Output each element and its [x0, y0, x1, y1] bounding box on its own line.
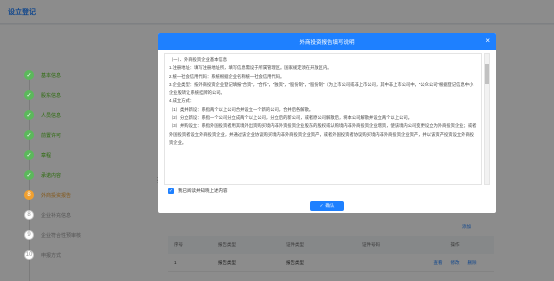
check-icon: ✓	[24, 150, 34, 160]
content-paragraph: 1.注册地址：填写注册地址所，填写信息需设于所属管理区。国家规定须在开放区内。	[169, 65, 332, 71]
confirm-button[interactable]: ✓ 确认	[310, 201, 344, 211]
check-icon: ✓	[24, 170, 34, 180]
dialog-header: 外商投资报告填写说明 ×	[158, 33, 496, 50]
check-icon: ✓	[24, 70, 34, 80]
check-icon: ✓	[24, 130, 34, 140]
dialog-scrollbar[interactable]	[484, 53, 490, 185]
dialog-title: 外商投资报告填写说明	[299, 39, 355, 46]
content-paragraph: 2.统一社会信用代码：系统根据企业名称统一社会信用代码。	[169, 73, 285, 79]
acknowledge-label: 我已阅读并知晓上述内容	[178, 188, 228, 193]
step-number: 8	[24, 190, 34, 200]
check-icon: ✓	[24, 110, 34, 120]
acknowledge-row: ✓ 我已阅读并知晓上述内容	[168, 188, 228, 194]
close-icon[interactable]: ×	[485, 36, 490, 46]
step-number: 10	[24, 250, 34, 260]
check-icon: ✓	[24, 90, 34, 100]
content-paragraph: 4.成立方式：	[169, 98, 195, 104]
instructions-dialog: 外商投资报告填写说明 × （一）、外商投资企业基本信息 1.注册地址：填写注册地…	[158, 33, 496, 213]
confirm-icon: ✓	[319, 203, 324, 208]
scrollbar-thumb[interactable]	[485, 64, 489, 84]
acknowledge-checkbox[interactable]: ✓	[168, 188, 174, 194]
content-paragraph: （2）分立新设：系指一个公司分立成两个以上公司，分立后的新公司，或者原公司解散后…	[169, 115, 413, 121]
confirm-label: 确认	[325, 203, 335, 208]
step-number: 9	[24, 230, 34, 240]
step-number: 8	[24, 210, 34, 220]
content-paragraph: （一）、外商投资企业基本信息	[169, 57, 228, 62]
content-paragraph: 3.企业类型：按外商投资企业登记填报“合资”，“合作”，“独资”，“股份制”，“…	[169, 81, 474, 96]
content-paragraph: （1）类并新设：系指两个以上公司合并设立一个新的公司，合并后各解散。	[169, 106, 314, 112]
content-paragraph: （3）并购设立：系指外国投资者用其境外出资购买境内非外资投资企业股东的股权或认购…	[169, 123, 477, 145]
dialog-content[interactable]: （一）、外商投资企业基本信息 1.注册地址：填写注册地址所，填写信息需设于所属管…	[164, 53, 482, 185]
